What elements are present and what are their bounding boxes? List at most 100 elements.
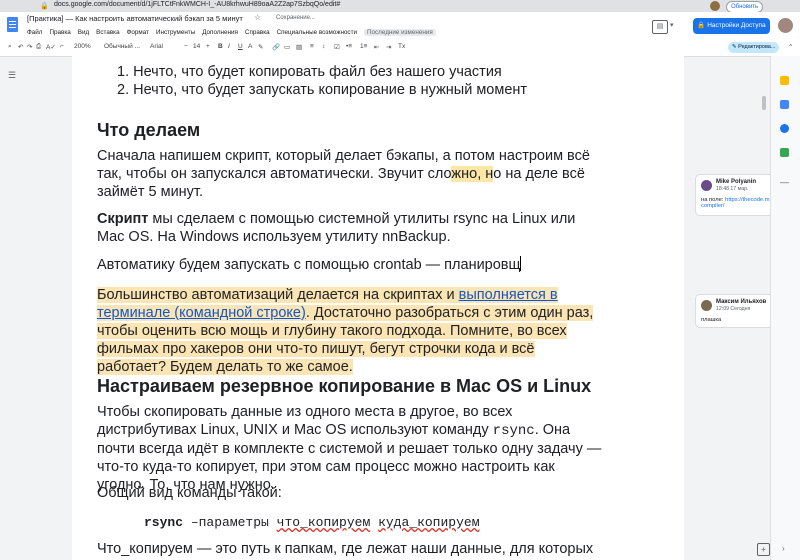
clear-formatting-icon[interactable]: Tx (398, 43, 405, 50)
font-select[interactable]: Arial (150, 43, 163, 50)
last-edit-link[interactable]: Последние изменения (363, 29, 436, 36)
link-icon[interactable]: 🔗 (272, 43, 280, 51)
insert-comment-icon[interactable]: ▭ (284, 43, 290, 51)
highlighted-paragraph[interactable]: Большинство автоматизаций делается на ск… (97, 287, 594, 375)
comment-text: на поле: https://thecode.m compiler/ (701, 197, 770, 209)
keep-icon[interactable] (780, 76, 789, 85)
print-icon[interactable]: ⎙ (36, 43, 41, 51)
increase-indent-icon[interactable]: ⇥ (386, 43, 391, 51)
docs-logo-icon[interactable] (7, 17, 18, 32)
browser-address-bar: 🔒 docs.google.com/document/d/1jFLTCtFnkW… (0, 0, 800, 13)
spellcheck-icon[interactable]: A✓ (46, 43, 56, 51)
contacts-icon[interactable] (780, 124, 789, 133)
menu-bar: Файл Правка Вид Вставка Формат Инструмен… (27, 29, 436, 36)
highlight-icon[interactable]: ✎ (258, 43, 263, 51)
text-color-icon[interactable]: A (248, 43, 252, 50)
checklist-icon[interactable]: ☑ (334, 43, 340, 51)
search-icon[interactable]: ⌕ (8, 43, 12, 51)
explore-icon[interactable]: + (757, 543, 770, 556)
highlighted-text[interactable]: жно, н (451, 166, 494, 182)
text-run: мы сделаем с помощью системной утилиты r… (97, 211, 576, 245)
editing-mode-label: Редактирова... (738, 44, 776, 50)
paragraph: Скрипт мы сделаем с помощью системной ут… (97, 210, 602, 246)
bold-text: Скрипт (97, 211, 149, 227)
formatting-toolbar: ⌕ ↶ ↷ ⎙ A✓ ⌐ 200% Обычный ... Arial − 14… (0, 40, 800, 57)
code-block: rsync –параметры что_копируем куда_копир… (144, 514, 649, 532)
image-icon[interactable]: ▨ (296, 43, 302, 51)
chevron-up-icon[interactable]: ⌃ (788, 43, 793, 51)
comment-history-icon[interactable]: ▤ (652, 20, 668, 34)
collapse-panel-icon[interactable]: › (782, 544, 785, 553)
paragraph: Чтобы скопировать данные из одного места… (97, 403, 602, 494)
comment-text: плашка (701, 317, 722, 323)
heading-backup-mac-linux: Настраиваем резервное копирование в Mac … (97, 376, 592, 396)
menu-insert[interactable]: Вставка (96, 29, 119, 36)
paragraph: Общий вид команды такой: (97, 485, 282, 501)
document-page[interactable]: 1. Нечто, что будет копировать файл без … (72, 56, 684, 560)
menu-file[interactable]: Файл (27, 29, 42, 36)
menu-help[interactable]: Справка (245, 29, 270, 36)
style-select[interactable]: Обычный ... (104, 43, 140, 50)
comment-link[interactable]: https://thecode.m (725, 197, 769, 203)
heading-what-we-do: Что делаем (97, 120, 201, 140)
side-panel: — (770, 56, 800, 560)
code-where: куда_копируем (378, 515, 480, 530)
outline-icon[interactable]: ☰ (8, 70, 18, 80)
user-avatar[interactable] (778, 18, 793, 33)
star-icon[interactable]: ☆ (254, 13, 261, 22)
share-label: Настройки Доступа (707, 22, 766, 29)
menu-addons[interactable]: Дополнения (202, 29, 238, 36)
code-params: –параметры (183, 515, 277, 530)
commenter-name: Максим Ильяхов (716, 299, 767, 305)
share-button[interactable]: 🔒 Настройки Доступа (693, 18, 770, 34)
menu-accessibility[interactable]: Специальные возможности (277, 29, 357, 36)
commenter-name: Mike Polyanin (716, 179, 757, 185)
comment-time: 12:09 Сегодня (716, 306, 751, 312)
paragraph: Автоматику будем запускать с помощью cro… (97, 256, 602, 274)
text-cursor (520, 256, 522, 271)
code-what: что_копируем (276, 515, 371, 530)
zoom-select[interactable]: 200% (74, 43, 91, 50)
chevron-down-icon[interactable]: ▾ (670, 21, 674, 29)
font-size-increase-icon[interactable]: + (206, 43, 210, 50)
text-run: Чтобы скопировать данные из одного места… (97, 404, 513, 438)
numbered-list-icon[interactable]: 1≡ (360, 43, 367, 50)
menu-view[interactable]: Вид (78, 29, 89, 36)
bulleted-list-icon[interactable]: •≡ (346, 43, 352, 50)
menu-edit[interactable]: Правка (49, 29, 70, 36)
tasks-icon[interactable] (780, 100, 789, 109)
font-size-decrease-icon[interactable]: − (184, 43, 188, 50)
text-run: Большинство автоматизаций делается на ск… (97, 287, 459, 303)
paint-format-icon[interactable]: ⌐ (60, 43, 64, 50)
comment-link-cont[interactable]: compiler/ (701, 203, 725, 209)
list-item: 1. Нечто, что будет копировать файл без … (117, 64, 502, 80)
scrollbar-thumb[interactable] (762, 96, 766, 110)
maps-icon[interactable] (780, 148, 789, 157)
decrease-indent-icon[interactable]: ⇤ (374, 43, 379, 51)
docs-header: [Практика] — Как настроить автоматически… (0, 12, 800, 40)
line-spacing-icon[interactable]: ↕ (322, 43, 325, 50)
menu-tools[interactable]: Инструменты (156, 29, 195, 36)
lock-icon: 🔒 (40, 3, 49, 10)
bold-icon[interactable]: B (218, 43, 223, 50)
italic-icon[interactable]: I (228, 43, 230, 50)
paragraph: Сначала напишем скрипт, который делает б… (97, 147, 602, 201)
paragraph: Большинство автоматизаций делается на ск… (97, 286, 602, 376)
align-icon[interactable]: ≡ (310, 43, 314, 50)
text-run: Автоматику будем запускать с помощью cro… (97, 257, 521, 273)
redo-icon[interactable]: ↷ (27, 43, 32, 51)
comment-time: 18:48 17 мар. (716, 186, 749, 192)
browser-profile-avatar[interactable] (710, 1, 720, 11)
saving-status: Сохранение... (276, 15, 315, 21)
undo-icon[interactable]: ↶ (18, 43, 23, 51)
plus-icon[interactable]: — (780, 178, 789, 187)
underline-icon[interactable]: U (238, 43, 243, 50)
inline-code: rsync (492, 423, 535, 439)
font-size-input[interactable]: 14 (193, 43, 200, 50)
editing-mode-button[interactable]: ✎ Редактирова... (728, 42, 780, 53)
document-title[interactable]: [Практика] — Как настроить автоматически… (27, 14, 243, 23)
list-item: 2. Нечто, что будет запускать копировани… (117, 82, 528, 98)
menu-format[interactable]: Формат (127, 29, 149, 36)
url-text[interactable]: docs.google.com/document/d/1jFLTCtFnkWMC… (54, 1, 340, 8)
code-command: rsync (144, 515, 184, 530)
